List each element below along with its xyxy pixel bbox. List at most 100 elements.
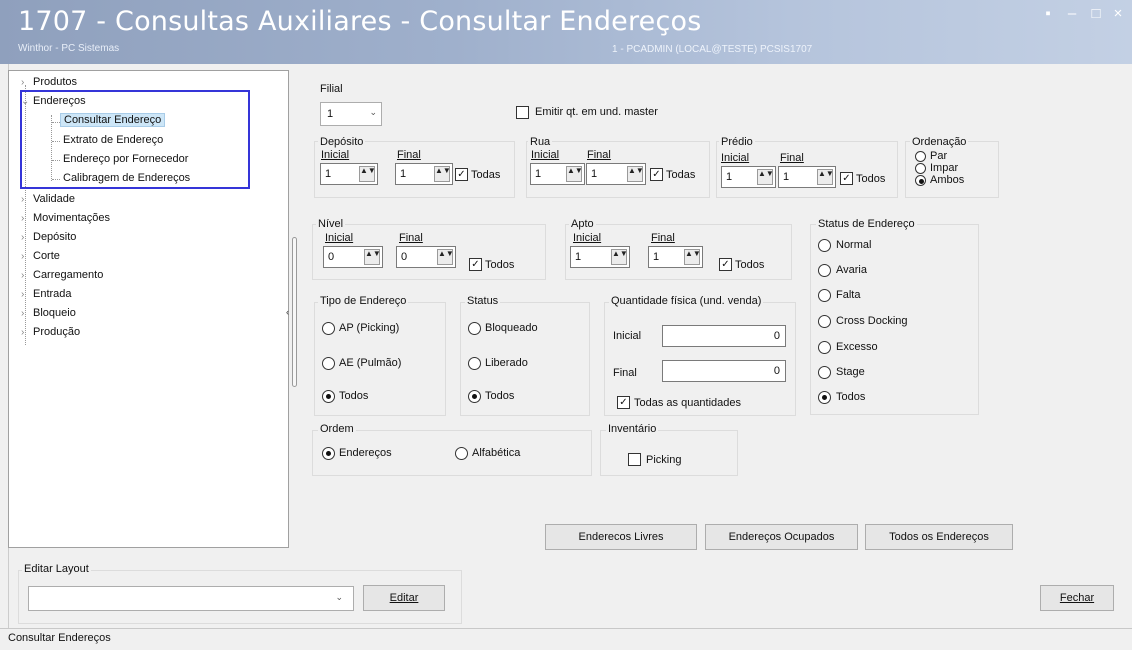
- expand-icon[interactable]: ›: [21, 270, 33, 281]
- spin-arrows-icon[interactable]: ▲▼: [817, 169, 834, 185]
- apto-inicial-spinner[interactable]: 1 ▲▼: [570, 246, 630, 268]
- window-subtitle: Winthor - PC Sistemas: [18, 43, 120, 54]
- tipo-ae-radio[interactable]: [322, 357, 335, 370]
- expand-icon[interactable]: ›: [21, 308, 33, 319]
- apto-final-spinner[interactable]: 1 ▲▼: [648, 246, 703, 268]
- status-cross-docking-radio[interactable]: [818, 315, 831, 328]
- panel-splitter[interactable]: [292, 237, 297, 387]
- layout-select[interactable]: ⌄: [28, 586, 354, 611]
- status-excesso-radio[interactable]: [818, 341, 831, 354]
- enderecos-ocupados-button[interactable]: Endereços Ocupados: [705, 524, 858, 550]
- filial-label: Filial: [320, 83, 343, 95]
- spinner-value: 1: [591, 168, 598, 180]
- tree-item-produtos[interactable]: › Produtos: [21, 76, 77, 88]
- ordem-alfabetica-radio[interactable]: [455, 447, 468, 460]
- rua-final-spinner[interactable]: 1 ▲▼: [586, 163, 646, 185]
- collapse-panel-icon[interactable]: ‹: [286, 307, 289, 317]
- spin-arrows-icon[interactable]: ▲▼: [757, 169, 774, 185]
- status-liberado-radio[interactable]: [468, 357, 481, 370]
- spin-arrows-icon[interactable]: ▲▼: [566, 166, 583, 182]
- ordem-enderecos-radio[interactable]: [322, 447, 335, 460]
- tree-item-validade[interactable]: › Validade: [21, 193, 75, 205]
- tree-item-label: Produtos: [33, 76, 78, 88]
- restore-icon[interactable]: ▪: [1038, 6, 1058, 22]
- expand-icon[interactable]: ›: [21, 194, 33, 205]
- fechar-button[interactable]: Fechar: [1040, 585, 1114, 611]
- apto-todos-checkbox[interactable]: ✓: [719, 258, 732, 271]
- status-normal-radio[interactable]: [818, 239, 831, 252]
- rua-inicial-label: Inicial: [531, 149, 560, 161]
- nivel-todos-checkbox[interactable]: ✓: [469, 258, 482, 271]
- tipo-ap-label: AP (Picking): [339, 322, 400, 334]
- predio-inicial-spinner[interactable]: 1 ▲▼: [721, 166, 776, 188]
- spin-arrows-icon[interactable]: ▲▼: [434, 166, 451, 182]
- tree-item-label: Depósito: [33, 231, 77, 243]
- nivel-final-spinner[interactable]: 0 ▲▼: [396, 246, 456, 268]
- todos-enderecos-button[interactable]: Todos os Endereços: [865, 524, 1013, 550]
- apto-title: Apto: [569, 218, 596, 230]
- close-button[interactable]: ×: [1108, 6, 1128, 22]
- status-todos-radio[interactable]: [818, 391, 831, 404]
- spinner-value: 1: [653, 251, 660, 263]
- deposito-final-spinner[interactable]: 1 ▲▼: [395, 163, 453, 185]
- apto-final-label: Final: [651, 232, 675, 244]
- expand-icon[interactable]: ›: [21, 213, 33, 224]
- expand-icon[interactable]: ›: [21, 77, 33, 88]
- tree-item-entrada[interactable]: › Entrada: [21, 288, 72, 300]
- nivel-inicial-spinner[interactable]: 0 ▲▼: [323, 246, 383, 268]
- tipo-endereco-title: Tipo de Endereço: [318, 295, 409, 307]
- status-stage-radio[interactable]: [818, 366, 831, 379]
- ordenacao-par-radio[interactable]: [915, 151, 926, 162]
- tipo-ae-label: AE (Pulmão): [339, 357, 402, 369]
- tree-item-label: Validade: [33, 193, 75, 205]
- maximize-button[interactable]: □: [1086, 6, 1106, 22]
- filial-select[interactable]: 1 ⌄: [320, 102, 382, 126]
- status-bloqueado-radio[interactable]: [468, 322, 481, 335]
- tree-item-bloqueio[interactable]: › Bloqueio: [21, 307, 76, 319]
- status-title: Status: [465, 295, 501, 307]
- emitir-master-checkbox[interactable]: [516, 106, 529, 119]
- quantidade-final-input[interactable]: 0: [662, 360, 786, 382]
- tree-item-label: Corte: [33, 250, 60, 262]
- minimize-button[interactable]: ‒: [1062, 6, 1082, 22]
- status-avaria-radio[interactable]: [818, 264, 831, 277]
- editar-button[interactable]: Editar: [363, 585, 445, 611]
- tree-item-producao[interactable]: › Produção: [21, 326, 80, 338]
- expand-icon[interactable]: ›: [21, 232, 33, 243]
- expand-icon[interactable]: ›: [21, 289, 33, 300]
- deposito-todas-checkbox[interactable]: ✓: [455, 168, 468, 181]
- tree-item-movimentacoes[interactable]: › Movimentações: [21, 212, 110, 224]
- nivel-todos-label: Todos: [485, 259, 515, 271]
- status-falta-radio[interactable]: [818, 289, 831, 302]
- ordenacao-impar-radio[interactable]: [915, 163, 926, 174]
- tree-item-corte[interactable]: › Corte: [21, 250, 60, 262]
- deposito-inicial-spinner[interactable]: 1 ▲▼: [320, 163, 378, 185]
- todas-quantidades-checkbox[interactable]: ✓: [617, 396, 630, 409]
- rua-inicial-spinner[interactable]: 1 ▲▼: [530, 163, 585, 185]
- quantidade-inicial-input[interactable]: 0: [662, 325, 786, 347]
- status-stage-label: Stage: [836, 366, 865, 378]
- tipo-ap-radio[interactable]: [322, 322, 335, 335]
- tipo-todos-radio[interactable]: [322, 390, 335, 403]
- spin-arrows-icon[interactable]: ▲▼: [611, 249, 628, 265]
- expand-icon[interactable]: ›: [21, 251, 33, 262]
- spin-arrows-icon[interactable]: ▲▼: [627, 166, 644, 182]
- spin-arrows-icon[interactable]: ▲▼: [359, 166, 376, 182]
- spin-arrows-icon[interactable]: ▲▼: [364, 249, 381, 265]
- predio-todos-checkbox[interactable]: ✓: [840, 172, 853, 185]
- rua-todas-checkbox[interactable]: ✓: [650, 168, 663, 181]
- expand-icon[interactable]: ›: [21, 327, 33, 338]
- status-filtro-todos-radio[interactable]: [468, 390, 481, 403]
- picking-checkbox[interactable]: [628, 453, 641, 466]
- tree-item-deposito[interactable]: › Depósito: [21, 231, 76, 243]
- status-cross-docking-label: Cross Docking: [836, 315, 908, 327]
- enderecos-livres-button[interactable]: Enderecos Livres: [545, 524, 697, 550]
- ordenacao-ambos-radio[interactable]: [915, 175, 926, 186]
- tree-item-carregamento[interactable]: › Carregamento: [21, 269, 103, 281]
- predio-final-spinner[interactable]: 1 ▲▼: [778, 166, 836, 188]
- chevron-down-icon: ⌄: [335, 592, 343, 602]
- status-excesso-label: Excesso: [836, 341, 878, 353]
- spin-arrows-icon[interactable]: ▲▼: [684, 249, 701, 265]
- nivel-final-label: Final: [399, 232, 423, 244]
- spin-arrows-icon[interactable]: ▲▼: [437, 249, 454, 265]
